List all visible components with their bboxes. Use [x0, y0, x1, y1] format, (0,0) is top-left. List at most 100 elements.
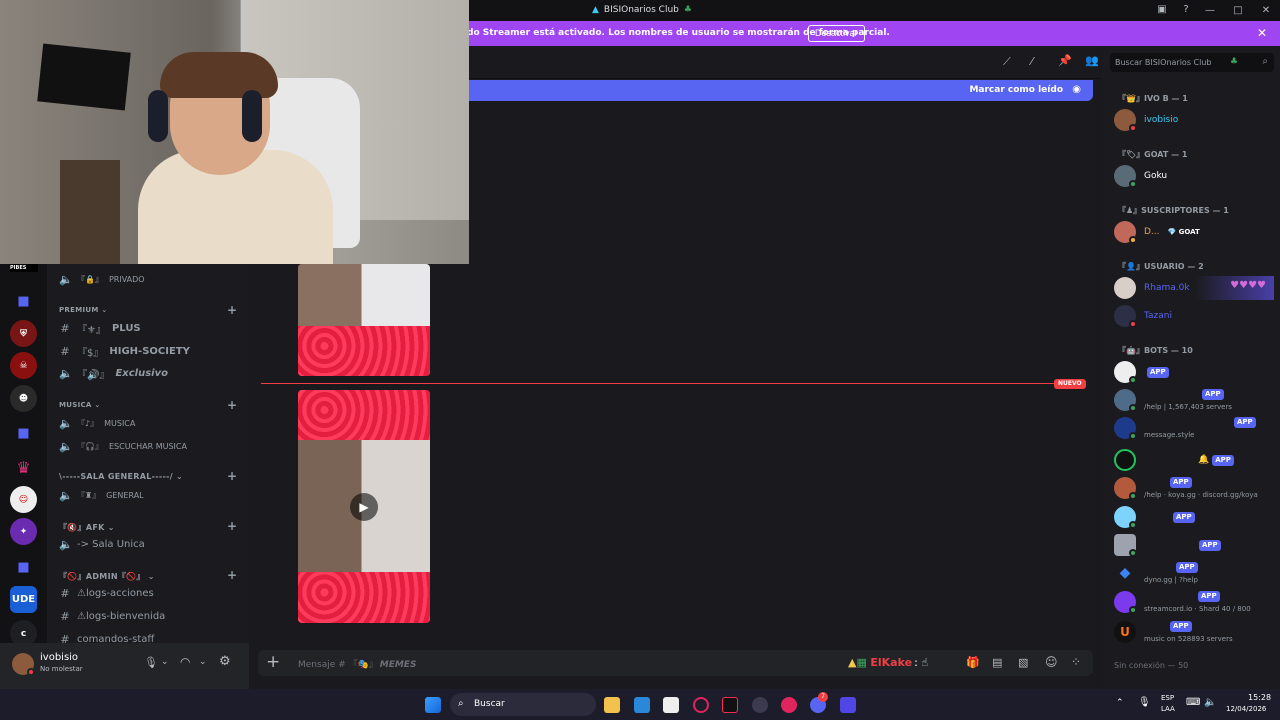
- crown-icon[interactable]: ♛: [10, 454, 37, 481]
- server-icon[interactable]: ☻: [10, 385, 37, 412]
- minimize-button[interactable]: —: [1196, 0, 1224, 21]
- folder-icon[interactable]: ■: [10, 288, 37, 315]
- disable-streamer-button[interactable]: Desactivar: [808, 25, 865, 42]
- app-badge: APP: [1176, 561, 1198, 573]
- bot-item[interactable]: APP streamcord.io · Shard 40 / 800: [1114, 590, 1274, 614]
- taskbar-search[interactable]: ⌕ Buscar: [450, 693, 596, 716]
- app-icon[interactable]: [840, 697, 856, 713]
- emoji-icon[interactable]: ☺: [1045, 655, 1058, 669]
- gift-icon[interactable]: 🎁: [966, 656, 980, 669]
- threads-icon[interactable]: ⟋: [1003, 55, 1011, 69]
- add-channel-icon[interactable]: +: [227, 568, 237, 582]
- add-channel-icon[interactable]: +: [227, 398, 237, 412]
- keyboard-layout[interactable]: LAA: [1161, 705, 1175, 713]
- member-group-title: 『🤖』BOTS — 10: [1118, 346, 1193, 355]
- windows-start-icon[interactable]: [425, 697, 441, 713]
- mark-read-banner[interactable]: Marcar como leído ◉: [462, 80, 1093, 101]
- folder-icon[interactable]: ■: [10, 554, 37, 581]
- opera-icon[interactable]: [693, 697, 709, 713]
- headphones-icon[interactable]: ◠: [180, 655, 190, 669]
- help-icon[interactable]: ?: [1180, 4, 1192, 16]
- bot-item[interactable]: APP/help · koya.gg · discord.gg/koya: [1114, 476, 1274, 500]
- video-preview[interactable]: ▶: [298, 390, 430, 623]
- server-icon[interactable]: ⛨: [10, 320, 37, 347]
- category-sala-general[interactable]: \-----SALA GENERAL-----/ ⌄ +: [59, 469, 237, 483]
- bot-item[interactable]: APP message.style: [1114, 416, 1274, 440]
- maximize-button[interactable]: □: [1224, 0, 1252, 21]
- member-item[interactable]: Tazani: [1114, 304, 1172, 328]
- channel-item[interactable]: 🔈 『♜』 GENERAL: [59, 486, 144, 504]
- bot-item[interactable]: APP: [1114, 533, 1221, 557]
- server-icon[interactable]: ☠: [10, 352, 37, 379]
- channel-label: ⚠logs-acciones: [77, 587, 154, 599]
- volume-icon[interactable]: 🔈: [1204, 697, 1216, 708]
- photos-icon[interactable]: [634, 697, 650, 713]
- play-icon[interactable]: ▶: [350, 493, 378, 521]
- members-icon[interactable]: 👥: [1085, 54, 1099, 67]
- file-explorer-icon[interactable]: [604, 697, 620, 713]
- server-icon[interactable]: UDE: [10, 586, 37, 613]
- close-window-button[interactable]: ✕: [1252, 0, 1280, 21]
- search-bar[interactable]: Buscar BISIOnarios Club ♣ ⌕: [1110, 53, 1274, 72]
- capture-icon[interactable]: [663, 697, 679, 713]
- chevron-down-icon[interactable]: ⌄: [199, 657, 207, 667]
- add-attachment-icon[interactable]: +: [266, 652, 280, 672]
- category-premium[interactable]: PREMIUM ⌄ +: [59, 303, 237, 317]
- apps-icon[interactable]: ⁘: [1071, 655, 1081, 669]
- member-name: Goku: [1144, 171, 1168, 181]
- member-item[interactable]: ivobisio: [1114, 108, 1178, 132]
- message-input[interactable]: Mensaje # 『🎭』 MEMES: [298, 657, 416, 670]
- category-afk[interactable]: 『🔇』AFK ⌄ +: [59, 519, 237, 533]
- notification-icon[interactable]: ⁄: [1031, 55, 1033, 68]
- inbox-icon[interactable]: ▣: [1156, 4, 1168, 16]
- channel-item[interactable]: 🔈 -> Sala Unica: [59, 535, 145, 553]
- add-channel-icon[interactable]: +: [227, 469, 237, 483]
- chevron-down-icon[interactable]: ⌄: [161, 657, 169, 667]
- discord-icon[interactable]: 7: [810, 692, 828, 713]
- bot-item[interactable]: 🔔 APP: [1114, 448, 1234, 472]
- clock-date[interactable]: 12/04/2026: [1226, 705, 1266, 713]
- hash-icon: #: [60, 609, 70, 623]
- tiktok-icon[interactable]: [722, 697, 738, 713]
- category-admin[interactable]: 『🚫』ADMIN『🚫』 ⌄ +: [59, 568, 237, 582]
- channel-item[interactable]: # ⚠logs-bienvenida: [59, 607, 165, 625]
- bot-item[interactable]: APP: [1114, 505, 1195, 529]
- media-preview[interactable]: [298, 264, 430, 376]
- channel-item[interactable]: 🔈 『🎧』 ESCUCHAR MUSICA: [59, 437, 187, 455]
- network-icon[interactable]: ⌨: [1186, 697, 1200, 708]
- channel-item[interactable]: 🔈 『♪』 MUSICA: [59, 414, 135, 432]
- bot-item[interactable]: U APP music on 528893 servers: [1114, 620, 1274, 644]
- avatar[interactable]: [12, 653, 35, 676]
- channel-item[interactable]: # 『$』 HIGH-SOCIETY: [59, 342, 189, 360]
- member-item[interactable]: Goku: [1114, 164, 1167, 188]
- bot-item[interactable]: ◆ APP dyno.gg | ?help: [1114, 561, 1274, 585]
- close-icon[interactable]: ✕: [1257, 26, 1267, 40]
- search-input[interactable]: Buscar BISIOnarios Club: [1115, 58, 1212, 67]
- pin-icon[interactable]: 📌: [1058, 54, 1072, 67]
- add-channel-icon[interactable]: +: [227, 519, 237, 533]
- channel-item[interactable]: 🔈 『🔊』 Exclusivo: [59, 364, 168, 382]
- add-channel-icon[interactable]: +: [227, 303, 237, 317]
- channel-item[interactable]: # ⚠logs-acciones: [59, 584, 154, 602]
- clock-time[interactable]: 15:28: [1248, 693, 1271, 702]
- member-item[interactable]: D... 💎 GOAT: [1114, 220, 1200, 244]
- microphone-icon[interactable]: 🎙: [144, 656, 158, 669]
- microphone-icon[interactable]: 🎙: [1138, 697, 1151, 708]
- language-code[interactable]: ESP: [1161, 694, 1174, 702]
- gear-icon[interactable]: ⚙: [219, 654, 231, 669]
- server-icon[interactable]: ☺: [10, 486, 37, 513]
- bot-item[interactable]: APP/help | 1,567,403 servers: [1114, 388, 1274, 412]
- chevron-up-icon[interactable]: ⌃: [1116, 698, 1124, 708]
- app-icon[interactable]: [781, 697, 797, 713]
- category-musica[interactable]: MUSICA ⌄ +: [59, 398, 237, 412]
- channel-item[interactable]: 🔈 『🔒』 PRIVADO: [59, 270, 145, 288]
- app-icon[interactable]: [752, 697, 768, 713]
- avatar: [1114, 534, 1137, 557]
- sticker-icon[interactable]: ▧: [1018, 656, 1028, 669]
- gif-icon[interactable]: ▤: [992, 656, 1002, 669]
- server-icon[interactable]: ✦: [10, 518, 37, 545]
- folder-icon[interactable]: ■: [10, 420, 37, 447]
- channel-item[interactable]: # 『⚜』 PLUS: [59, 319, 140, 337]
- member-item[interactable]: Rhama.0k: [1114, 276, 1190, 300]
- bot-item[interactable]: APP: [1114, 360, 1169, 384]
